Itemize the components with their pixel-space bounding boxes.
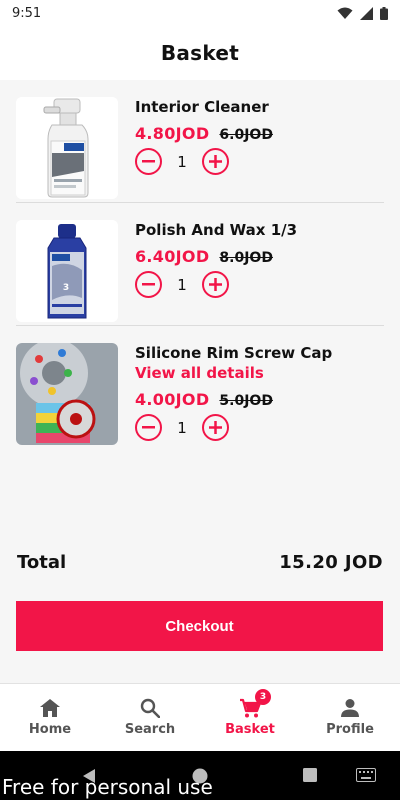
view-details-link[interactable]: View all details: [135, 363, 384, 383]
status-time: 9:51: [12, 5, 42, 21]
item-info: Silicone Rim Screw Cap View all details …: [135, 343, 384, 441]
item-price: 4.00JOD: [135, 390, 210, 409]
minus-icon: [142, 283, 155, 286]
decrease-quantity-button[interactable]: [135, 148, 162, 175]
recents-icon[interactable]: [303, 768, 317, 782]
total-value: 15.20 JOD: [279, 552, 383, 573]
increase-quantity-button[interactable]: [202, 414, 229, 441]
item-price: 6.40JOD: [135, 247, 210, 266]
item-old-price: 6.0JOD: [219, 127, 273, 143]
cart-count-badge: 3: [255, 689, 271, 705]
person-icon: [341, 699, 359, 717]
wifi-icon: [337, 7, 353, 19]
nav-item-profile[interactable]: Profile: [300, 684, 400, 751]
home-icon: [40, 699, 60, 717]
nav-label: Profile: [326, 722, 374, 737]
bottom-nav: Home Search 3 Basket Profile: [0, 683, 400, 751]
item-info: Interior Cleaner 4.80JOD 6.0JOD 1: [135, 97, 384, 175]
watermark-text: Free for personal use: [2, 775, 213, 799]
decrease-quantity-button[interactable]: [135, 414, 162, 441]
item-name: Interior Cleaner: [135, 98, 269, 116]
header: Basket: [0, 26, 400, 80]
basket-item: Interior Cleaner 4.80JOD 6.0JOD 1: [16, 80, 384, 203]
nav-label: Home: [28, 722, 72, 737]
polish-bottle-product-image[interactable]: 3: [16, 220, 118, 322]
plus-icon: [209, 155, 222, 168]
item-price: 4.80JOD: [135, 124, 210, 143]
total-row: Total 15.20 JOD: [17, 552, 383, 573]
basket-list: Interior Cleaner 4.80JOD 6.0JOD 1 3 Poli…: [0, 80, 400, 449]
decrease-quantity-button[interactable]: [135, 271, 162, 298]
checkout-button[interactable]: Checkout: [16, 601, 383, 651]
item-name: Silicone Rim Screw Cap: [135, 344, 333, 362]
price-row: 6.40JOD 8.0JOD: [135, 247, 384, 266]
nav-item-search[interactable]: Search: [100, 684, 200, 751]
minus-icon: [142, 160, 155, 163]
item-name: Polish And Wax 1/3: [135, 221, 298, 239]
item-old-price: 8.0JOD: [219, 250, 273, 266]
item-info: Polish And Wax 1/3 6.40JOD 8.0JOD 1: [135, 220, 384, 298]
search-icon: [140, 698, 160, 718]
quantity-value: 1: [177, 275, 187, 294]
svg-text:3: 3: [63, 283, 69, 293]
quantity-value: 1: [177, 152, 187, 171]
spray-bottle-product-image[interactable]: [16, 97, 118, 199]
basket-item: Silicone Rim Screw Cap View all details …: [16, 326, 384, 449]
nav-item-basket[interactable]: 3 Basket: [200, 684, 300, 751]
price-row: 4.00JOD 5.0JOD: [135, 390, 384, 409]
status-bar: 9:51: [0, 0, 400, 26]
signal-icon: [360, 6, 373, 20]
increase-quantity-button[interactable]: [202, 148, 229, 175]
keyboard-icon[interactable]: [356, 768, 376, 782]
nav-label: Search: [124, 722, 176, 737]
quantity-stepper: 1: [135, 271, 384, 298]
quantity-value: 1: [177, 418, 187, 437]
plus-icon: [209, 421, 222, 434]
rim-caps-product-image[interactable]: [16, 343, 118, 445]
price-row: 4.80JOD 6.0JOD: [135, 124, 384, 143]
battery-icon: [380, 6, 388, 20]
increase-quantity-button[interactable]: [202, 271, 229, 298]
nav-label: Basket: [225, 722, 275, 737]
quantity-stepper: 1: [135, 414, 384, 441]
minus-icon: [142, 426, 155, 429]
status-icons: [337, 6, 388, 20]
total-label: Total: [17, 552, 67, 573]
item-old-price: 5.0JOD: [219, 393, 273, 409]
plus-icon: [209, 278, 222, 291]
nav-item-home[interactable]: Home: [0, 684, 100, 751]
quantity-stepper: 1: [135, 148, 384, 175]
page-title: Basket: [160, 41, 240, 65]
basket-item: 3 Polish And Wax 1/3 6.40JOD 8.0JOD 1: [16, 203, 384, 326]
